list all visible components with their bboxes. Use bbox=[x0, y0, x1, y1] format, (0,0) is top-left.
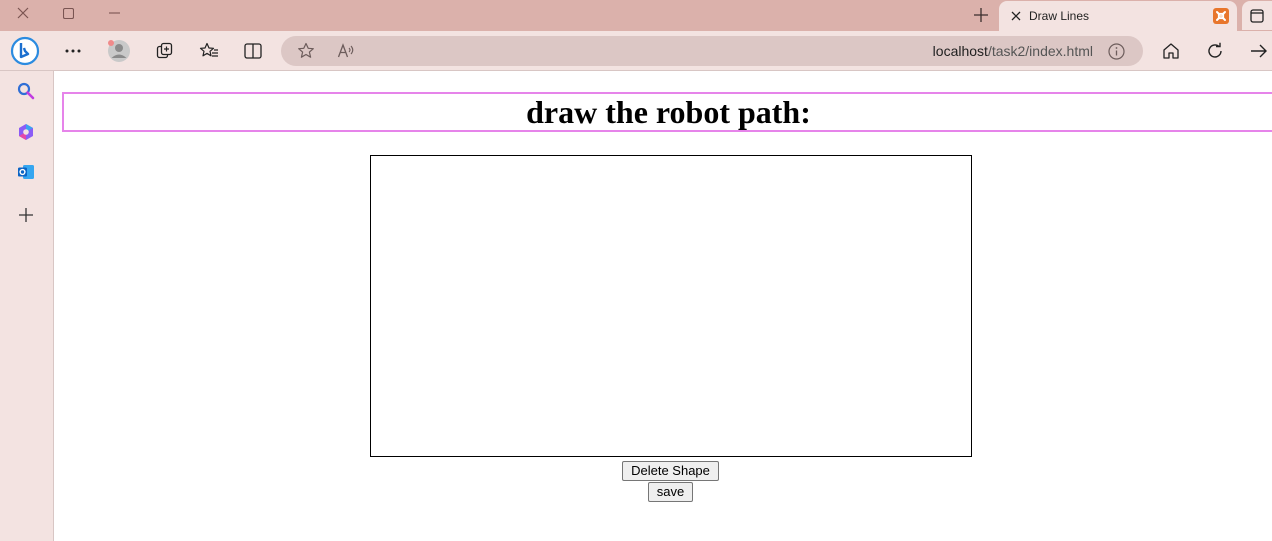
url-text[interactable]: localhost/task2/index.html bbox=[933, 43, 1093, 59]
tab-title: Draw Lines bbox=[1029, 9, 1090, 23]
more-options-button[interactable] bbox=[57, 35, 89, 67]
minimize-icon bbox=[108, 12, 120, 14]
close-icon bbox=[17, 7, 29, 19]
more-icon bbox=[65, 49, 81, 53]
xampp-icon bbox=[1213, 8, 1229, 24]
sidebar-search-button[interactable] bbox=[11, 76, 41, 106]
sidebar-outlook-button[interactable] bbox=[11, 157, 41, 187]
plus-icon bbox=[19, 208, 33, 222]
copilot-icon bbox=[19, 124, 33, 140]
forward-button[interactable] bbox=[1243, 35, 1272, 67]
refresh-button[interactable] bbox=[1199, 35, 1231, 67]
favorites-icon bbox=[199, 42, 218, 57]
avatar-icon bbox=[108, 40, 130, 62]
add-favorite-button[interactable] bbox=[291, 36, 321, 66]
sidebar-copilot-button[interactable] bbox=[11, 117, 41, 147]
url-path: /task2/index.html bbox=[987, 43, 1093, 59]
split-screen-icon bbox=[244, 43, 262, 59]
bing-copilot-button[interactable] bbox=[9, 35, 41, 67]
arrow-right-icon bbox=[1251, 44, 1267, 58]
outlook-icon bbox=[18, 165, 34, 179]
maximize-icon bbox=[62, 7, 74, 19]
collections-button[interactable] bbox=[149, 35, 181, 67]
split-screen-button[interactable] bbox=[237, 35, 269, 67]
new-tab-button[interactable] bbox=[966, 2, 996, 28]
edge-sidebar bbox=[0, 71, 54, 541]
tab-actions-icon bbox=[1250, 8, 1264, 23]
drawing-canvas[interactable] bbox=[370, 155, 972, 457]
info-icon bbox=[1107, 42, 1125, 60]
title-bar: Draw Lines bbox=[0, 0, 1272, 31]
close-icon bbox=[1011, 11, 1021, 21]
browser-toolbar: localhost/task2/index.html bbox=[0, 31, 1272, 71]
sidebar-add-button[interactable] bbox=[11, 200, 41, 230]
save-button[interactable]: save bbox=[648, 482, 693, 502]
collections-icon bbox=[156, 42, 173, 59]
page-content: draw the robot path: Delete Shape save bbox=[55, 71, 1272, 541]
refresh-icon bbox=[1208, 42, 1222, 58]
home-button[interactable] bbox=[1155, 35, 1187, 67]
read-aloud-button[interactable] bbox=[331, 36, 361, 66]
delete-shape-button[interactable]: Delete Shape bbox=[622, 461, 719, 481]
bing-icon bbox=[10, 36, 40, 66]
home-icon bbox=[1163, 43, 1179, 59]
address-bar[interactable]: localhost/task2/index.html bbox=[281, 36, 1143, 66]
window-close-button[interactable] bbox=[0, 0, 46, 26]
page-title: draw the robot path: bbox=[526, 94, 811, 130]
heading-container: draw the robot path: bbox=[62, 92, 1272, 132]
favorites-button[interactable] bbox=[193, 35, 225, 67]
search-icon bbox=[17, 82, 35, 100]
site-info-button[interactable] bbox=[1101, 36, 1131, 66]
plus-icon bbox=[974, 8, 988, 22]
window-minimize-button[interactable] bbox=[91, 0, 137, 26]
tab-draw-lines[interactable]: Draw Lines bbox=[999, 1, 1237, 31]
window-maximize-button[interactable] bbox=[45, 0, 91, 26]
profile-button[interactable] bbox=[103, 35, 135, 67]
tab-close-button[interactable] bbox=[1009, 9, 1023, 23]
url-host: localhost bbox=[932, 43, 988, 59]
star-icon bbox=[298, 42, 314, 58]
read-aloud-icon bbox=[337, 43, 354, 58]
tab-actions-button[interactable] bbox=[1242, 1, 1272, 30]
